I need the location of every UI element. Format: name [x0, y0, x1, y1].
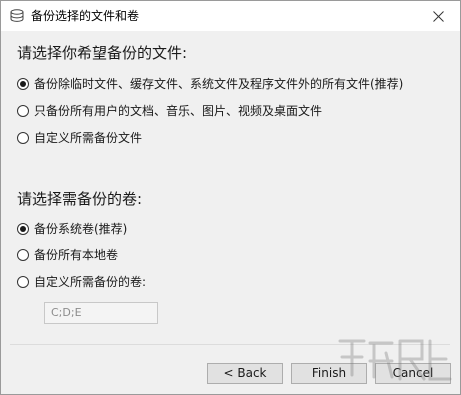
volumes-option-label: 备份所有本地卷: [34, 248, 119, 262]
dialog-content: 请选择你希望备份的文件: 备份除临时文件、缓存文件、系统文件及程序文件外的所有文…: [1, 31, 460, 342]
radio-button[interactable]: [17, 132, 29, 144]
volumes-option-label: 备份系统卷(推荐): [34, 222, 128, 236]
back-button[interactable]: < Back: [207, 363, 283, 384]
files-option-user-libraries[interactable]: 只备份所有用户的文档、音乐、图片、视频及桌面文件: [17, 102, 322, 120]
files-option-label: 备份除临时文件、缓存文件、系统文件及程序文件外的所有文件(推荐): [34, 77, 404, 91]
custom-volumes-field: C;D;E: [44, 302, 158, 324]
disk-drive-icon: [10, 9, 24, 22]
close-icon: [432, 10, 444, 22]
close-button[interactable]: [416, 1, 460, 31]
volumes-option-all-local[interactable]: 备份所有本地卷: [17, 246, 118, 264]
files-option-custom[interactable]: 自定义所需备份文件: [17, 129, 142, 147]
backup-dialog: 备份选择的文件和卷 请选择你希望备份的文件: 备份除临时文件、缓存文件、系统文件…: [0, 0, 461, 395]
files-option-recommended[interactable]: 备份除临时文件、缓存文件、系统文件及程序文件外的所有文件(推荐): [17, 75, 403, 93]
volumes-option-label: 自定义所需备份的卷:: [34, 275, 147, 289]
radio-button[interactable]: [17, 249, 29, 261]
radio-button-checked[interactable]: [17, 78, 29, 90]
radio-button[interactable]: [17, 276, 29, 288]
radio-button[interactable]: [17, 105, 29, 117]
volumes-option-system[interactable]: 备份系统卷(推荐): [17, 220, 127, 238]
volumes-section-heading: 请选择需备份的卷:: [17, 190, 143, 208]
files-option-label: 只备份所有用户的文档、音乐、图片、视频及桌面文件: [34, 104, 323, 118]
title-bar: 备份选择的文件和卷: [1, 1, 460, 31]
radio-button-checked[interactable]: [17, 223, 29, 235]
window-title: 备份选择的文件和卷: [31, 9, 140, 23]
files-section-heading: 请选择你希望备份的文件:: [17, 44, 188, 62]
watermark-logo: [338, 339, 452, 381]
volumes-option-custom[interactable]: 自定义所需备份的卷:: [17, 273, 146, 291]
files-option-label: 自定义所需备份文件: [34, 131, 143, 145]
